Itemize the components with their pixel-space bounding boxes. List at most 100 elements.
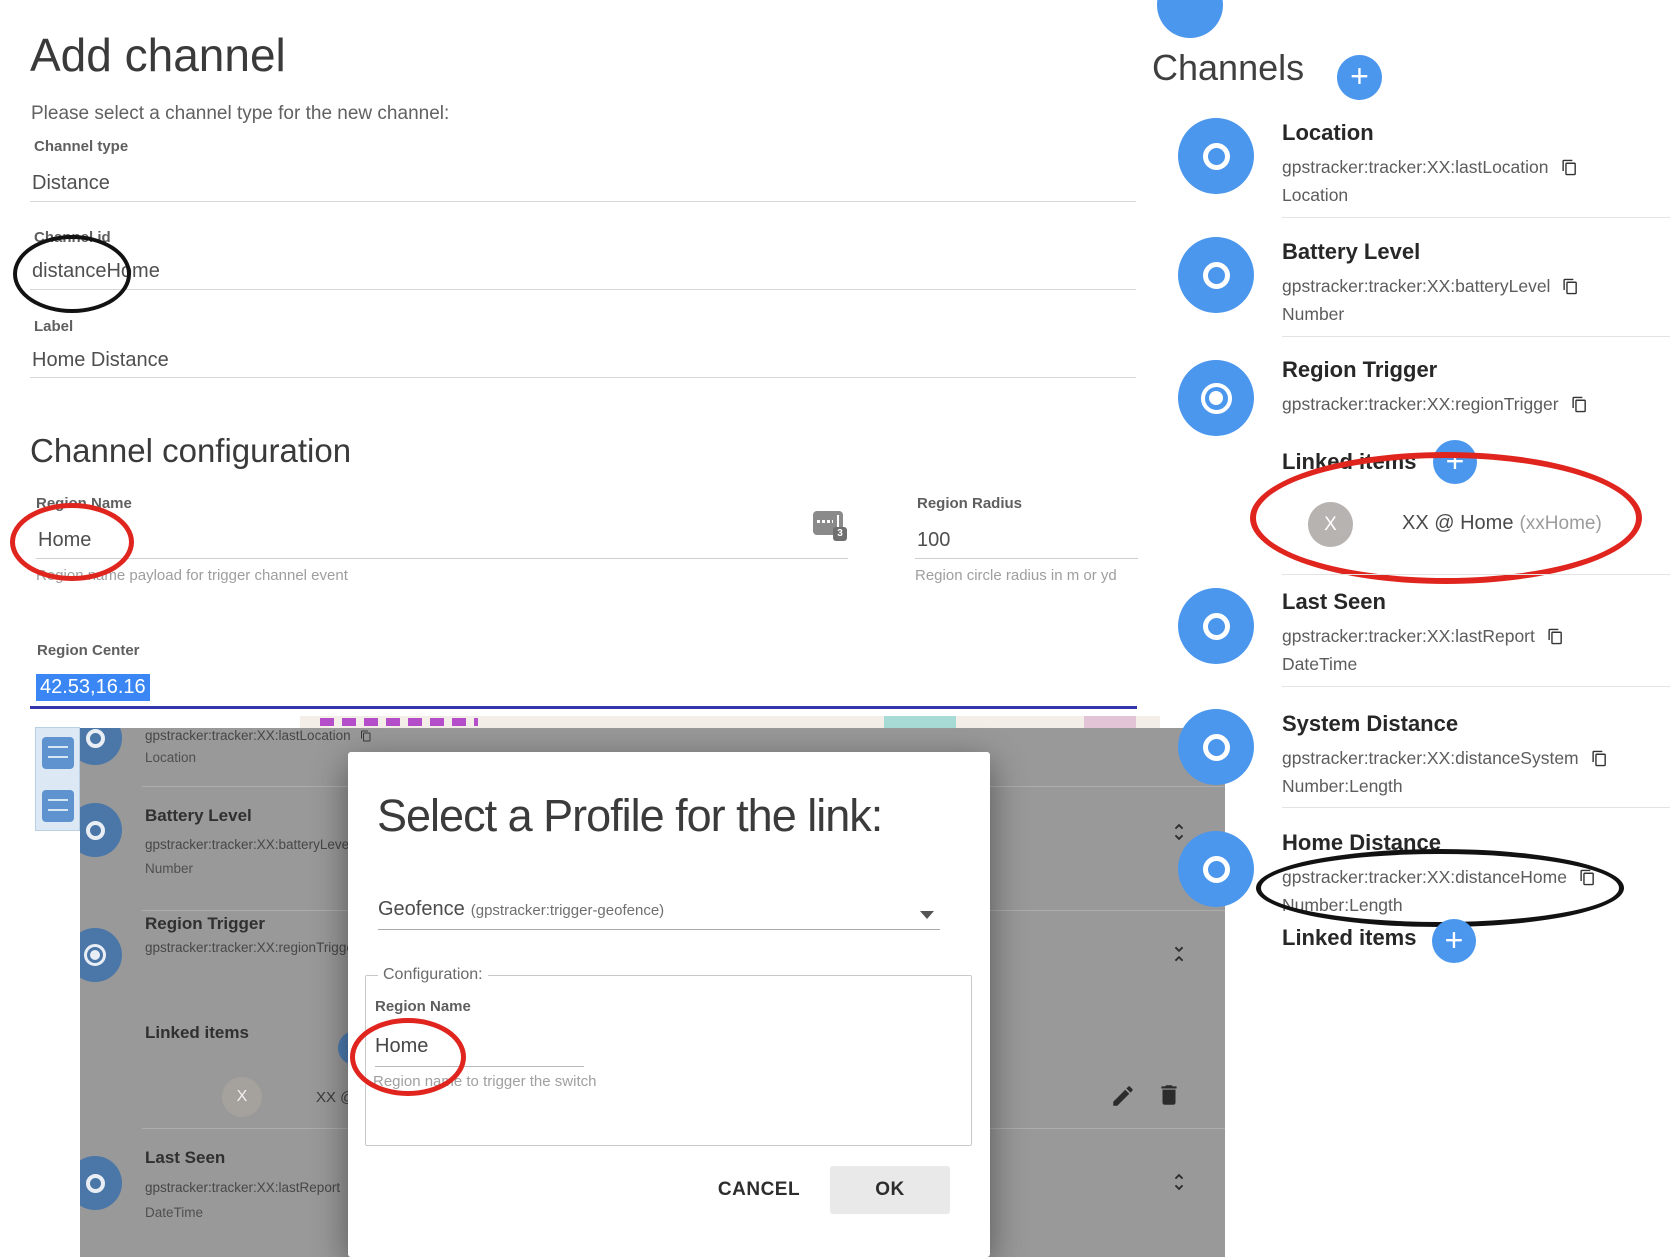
channel-title: System Distance bbox=[1282, 711, 1670, 737]
channel-state-icon bbox=[80, 1156, 122, 1210]
channel-trigger-icon bbox=[80, 928, 122, 982]
page-title: Add channel bbox=[30, 28, 286, 82]
copy-icon[interactable] bbox=[1561, 158, 1578, 177]
channel-uid: gpstracker:tracker:XX:batteryLevel bbox=[145, 837, 352, 852]
region-center-focus-underline bbox=[30, 706, 1137, 709]
profile-select[interactable]: Geofence (gpstracker:trigger-geofence) bbox=[378, 898, 664, 921]
dialog-title: Select a Profile for the link: bbox=[377, 790, 882, 842]
channel-title: Last Seen bbox=[1282, 589, 1670, 615]
region-name-hint: Region name payload for trigger channel … bbox=[36, 567, 348, 584]
row-divider bbox=[1282, 807, 1670, 808]
channel-type: DateTime bbox=[1282, 654, 1670, 675]
linked-item-avatar: X bbox=[1308, 502, 1353, 547]
channel-type: Number:Length bbox=[1282, 776, 1670, 797]
cancel-button[interactable]: CANCEL bbox=[704, 1170, 814, 1210]
channel-state-icon bbox=[1178, 588, 1254, 664]
region-center-input[interactable]: 42.53,16.16 bbox=[36, 674, 150, 701]
channel-state-icon bbox=[80, 803, 122, 857]
row-divider bbox=[1282, 336, 1670, 337]
linked-item-avatar: X bbox=[222, 1077, 262, 1117]
add-channel-button[interactable] bbox=[1337, 55, 1382, 100]
copy-icon[interactable] bbox=[1579, 868, 1596, 887]
channel-title: Location bbox=[1282, 120, 1670, 146]
cut-off-channel-icon bbox=[1157, 0, 1223, 38]
channel-row: System Distance gpstracker:tracker:XX:di… bbox=[1282, 711, 1670, 797]
channel-title: Region Trigger bbox=[1282, 357, 1670, 383]
channel-configuration-title: Channel configuration bbox=[30, 432, 351, 470]
map-strip-pink-fragment bbox=[1084, 716, 1136, 728]
profile-select-value: Geofence bbox=[378, 898, 465, 920]
dialog-region-name-hint: Region name to trigger the switch bbox=[373, 1073, 596, 1090]
configuration-legend: Configuration: bbox=[378, 966, 488, 984]
channel-uid: gpstracker:tracker:XX:lastReport bbox=[1282, 626, 1670, 647]
edit-pencil-icon[interactable] bbox=[1110, 1083, 1136, 1109]
chevron-down-icon[interactable] bbox=[920, 911, 934, 919]
channel-state-icon bbox=[1178, 118, 1254, 194]
copy-icon[interactable] bbox=[1591, 749, 1608, 768]
delete-trash-icon[interactable] bbox=[1156, 1082, 1182, 1108]
add-linked-item-button[interactable] bbox=[1433, 440, 1477, 484]
linked-item-label[interactable]: XX @ Home(xxHome) bbox=[1402, 512, 1602, 535]
form-filler-dots bbox=[817, 520, 833, 523]
channel-id-input[interactable]: distanceHome bbox=[32, 260, 160, 283]
channel-uid: gpstracker:tracker:XX:distanceSystem bbox=[1282, 748, 1670, 769]
channel-row: Home Distance gpstracker:tracker:XX:dist… bbox=[1282, 830, 1670, 916]
page-subtitle: Please select a channel type for the new… bbox=[31, 103, 449, 125]
map-zoom-out-button[interactable] bbox=[42, 790, 74, 822]
region-radius-hint: Region circle radius in m or yd bbox=[915, 567, 1117, 584]
channel-state-icon bbox=[1178, 237, 1254, 313]
channel-title: Last Seen bbox=[145, 1148, 225, 1168]
channel-type: Number bbox=[1282, 304, 1670, 325]
channel-state-icon bbox=[1178, 709, 1254, 785]
label-input[interactable]: Home Distance bbox=[32, 349, 169, 372]
channels-heading: Channels bbox=[1152, 47, 1304, 89]
linked-item-profile: (xxHome) bbox=[1519, 513, 1601, 534]
channel-uid: gpstracker:tracker:XX:lastLocation bbox=[145, 728, 372, 743]
map-zoom-in-button[interactable] bbox=[42, 737, 74, 769]
form-filler-icon[interactable]: 3 bbox=[813, 511, 843, 535]
profile-select-id: (gpstracker:trigger-geofence) bbox=[471, 902, 664, 919]
linked-items-label: Linked items bbox=[145, 1023, 249, 1043]
channel-row: Location gpstracker:tracker:XX:lastLocat… bbox=[1282, 120, 1670, 206]
channel-row: Last Seen gpstracker:tracker:XX:lastRepo… bbox=[1282, 589, 1670, 675]
region-name-underline bbox=[36, 558, 848, 559]
channel-row: Battery Level gpstracker:tracker:XX:batt… bbox=[1282, 239, 1670, 325]
copy-icon[interactable] bbox=[1571, 395, 1588, 414]
add-linked-item-button[interactable] bbox=[1432, 919, 1476, 963]
row-divider bbox=[1282, 574, 1670, 575]
page: Add channel Please select a channel type… bbox=[0, 0, 1670, 1257]
region-name-input[interactable]: Home bbox=[38, 529, 91, 552]
map-zoom-widget bbox=[35, 727, 80, 831]
channel-uid: gpstracker:tracker:XX:regionTrigger bbox=[1282, 394, 1670, 415]
label-label: Label bbox=[34, 318, 73, 335]
map-strip-teal-fragment bbox=[884, 716, 956, 728]
region-radius-label: Region Radius bbox=[917, 495, 1022, 512]
channel-title: Region Trigger bbox=[145, 914, 265, 934]
row-divider bbox=[1282, 217, 1670, 218]
channel-id-underline bbox=[30, 289, 1136, 290]
channel-trigger-icon bbox=[1178, 360, 1254, 436]
ok-button[interactable]: OK bbox=[830, 1166, 950, 1214]
dialog-region-name-input[interactable]: Home bbox=[375, 1035, 428, 1058]
channel-row: Region Trigger gpstracker:tracker:XX:reg… bbox=[1282, 357, 1670, 415]
unfold-more-icon[interactable] bbox=[1168, 1166, 1190, 1198]
region-radius-input[interactable]: 100 bbox=[917, 529, 950, 552]
unfold-less-icon[interactable] bbox=[1168, 938, 1190, 970]
copy-icon[interactable] bbox=[1562, 277, 1579, 296]
channel-type: Location bbox=[145, 750, 196, 765]
channel-id-label: Channel id bbox=[34, 229, 111, 246]
channel-type-select[interactable]: Distance bbox=[32, 172, 110, 195]
profile-select-underline bbox=[378, 929, 940, 930]
region-center-label: Region Center bbox=[37, 642, 140, 659]
channel-uid: gpstracker:tracker:XX:distanceHome bbox=[1282, 867, 1670, 888]
region-name-label: Region Name bbox=[36, 495, 132, 512]
channel-type: Number bbox=[145, 861, 193, 876]
profile-dialog: Select a Profile for the link: Geofence (… bbox=[348, 752, 990, 1257]
copy-icon[interactable] bbox=[360, 729, 372, 743]
map-strip-magenta-fragment bbox=[320, 718, 478, 726]
copy-icon[interactable] bbox=[1547, 627, 1564, 646]
channel-state-icon bbox=[1178, 831, 1254, 907]
channel-title: Battery Level bbox=[145, 806, 252, 826]
form-filler-badge: 3 bbox=[833, 527, 847, 541]
dialog-region-name-underline bbox=[375, 1066, 584, 1067]
